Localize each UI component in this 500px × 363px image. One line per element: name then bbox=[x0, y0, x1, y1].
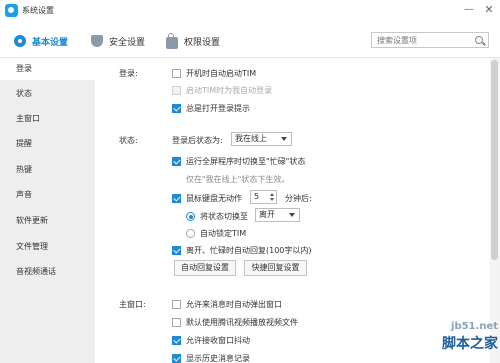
search-box[interactable] bbox=[371, 32, 489, 48]
auto-lock-radio[interactable] bbox=[186, 229, 195, 238]
tab-permission-settings[interactable]: 权限设置 bbox=[166, 33, 220, 49]
auto-reply-checkbox[interactable] bbox=[172, 246, 181, 255]
switch-status-radio[interactable] bbox=[186, 212, 195, 221]
fullscreen-busy-checkbox[interactable] bbox=[172, 157, 181, 166]
title-bar: 系统设置 — ✕ bbox=[0, 0, 500, 22]
after-login-status-select[interactable]: 我在线上 bbox=[231, 132, 292, 146]
fullscreen-busy-option[interactable]: 运行全屏程序时切换至"忙碌"状态 bbox=[172, 156, 305, 167]
always-open-prompt-label: 总是打开登录提示 bbox=[186, 104, 250, 113]
window-title: 系统设置 bbox=[22, 6, 54, 15]
sidebar: 登录 状态 主窗口 提醒 热键 声音 软件更新 文件管理 音视频通话 bbox=[0, 58, 95, 363]
show-history-label: 显示历史消息记录 bbox=[186, 354, 250, 363]
stepper-up-icon[interactable] bbox=[270, 193, 274, 196]
always-open-prompt-checkbox[interactable] bbox=[172, 104, 181, 113]
allow-shake-checkbox[interactable] bbox=[172, 336, 181, 345]
switch-status-select[interactable]: 离开 bbox=[255, 208, 300, 222]
switch-status-value: 离开 bbox=[259, 210, 275, 219]
show-history-checkbox[interactable] bbox=[172, 354, 181, 363]
watermark-brand: 脚本之家 bbox=[442, 336, 498, 352]
auto-login-option: 启动TIM时为我自动登录 bbox=[172, 85, 272, 96]
sidebar-item-status[interactable]: 状态 bbox=[0, 83, 95, 105]
idle-label: 鼠标键盘无动作 bbox=[186, 194, 242, 203]
popup-on-message-checkbox[interactable] bbox=[172, 300, 181, 309]
idle-minutes-value: 5 bbox=[254, 192, 260, 201]
tab-basic-settings[interactable]: 基本设置 bbox=[14, 33, 68, 49]
close-button[interactable]: ✕ bbox=[481, 3, 497, 18]
watermark: jb51.net 脚本之家 bbox=[418, 321, 498, 353]
sidebar-item-av-call[interactable]: 音视频通话 bbox=[0, 261, 95, 283]
always-open-prompt-option[interactable]: 总是打开登录提示 bbox=[172, 103, 250, 114]
scrollbar[interactable] bbox=[490, 58, 500, 363]
scrollbar-thumb[interactable] bbox=[491, 60, 498, 260]
minimize-button[interactable]: — bbox=[461, 3, 477, 18]
auto-start-checkbox[interactable] bbox=[172, 69, 181, 78]
login-section-label: 登录: bbox=[119, 69, 138, 78]
sidebar-item-reminder[interactable]: 提醒 bbox=[0, 133, 95, 155]
watermark-site: jb51.net bbox=[451, 321, 498, 332]
lock-icon bbox=[166, 33, 178, 49]
idle-minutes-stepper[interactable]: 5 bbox=[250, 190, 277, 204]
auto-login-label: 启动TIM时为我自动登录 bbox=[186, 86, 273, 95]
popup-on-message-option[interactable]: 允许来消息时自动弹出窗口 bbox=[172, 299, 282, 310]
switch-status-option[interactable]: 将状态切换至 bbox=[186, 211, 248, 222]
idle-checkbox[interactable] bbox=[172, 194, 181, 203]
gear-icon bbox=[14, 35, 26, 47]
show-history-option[interactable]: 显示历史消息记录 bbox=[172, 353, 250, 363]
allow-shake-option[interactable]: 允许接收窗口抖动 bbox=[172, 335, 250, 346]
sidebar-item-file-management[interactable]: 文件管理 bbox=[0, 236, 95, 258]
idle-option[interactable]: 鼠标键盘无动作 bbox=[172, 193, 242, 204]
idle-minutes-suffix: 分钟后: bbox=[285, 194, 312, 203]
search-icon[interactable] bbox=[475, 36, 483, 44]
chevron-down-icon bbox=[281, 137, 287, 141]
auto-reply-settings-button[interactable]: 自动回复设置 bbox=[174, 260, 236, 276]
tencent-video-option[interactable]: 默认使用腾讯视频播放视频文件 bbox=[172, 317, 298, 328]
app-logo-icon bbox=[5, 4, 18, 17]
tab-label: 权限设置 bbox=[184, 37, 221, 48]
chevron-down-icon bbox=[289, 213, 295, 217]
auto-start-option[interactable]: 开机时自动启动TIM bbox=[172, 68, 256, 79]
auto-reply-option[interactable]: 离开、忙碌时自动回复(100字以内) bbox=[172, 245, 312, 256]
settings-panel: 登录: 开机时自动启动TIM 启动TIM时为我自动登录 总是打开登录提示 状态:… bbox=[95, 58, 500, 363]
auto-login-checkbox bbox=[172, 86, 181, 95]
popup-on-message-label: 允许来消息时自动弹出窗口 bbox=[186, 300, 282, 309]
auto-start-label: 开机时自动启动TIM bbox=[186, 69, 257, 78]
sidebar-item-login[interactable]: 登录 bbox=[0, 58, 95, 80]
sidebar-item-hotkey[interactable]: 热键 bbox=[0, 159, 95, 181]
stepper-down-icon[interactable] bbox=[270, 198, 274, 201]
switch-status-label: 将状态切换至 bbox=[200, 212, 248, 221]
tencent-video-label: 默认使用腾讯视频播放视频文件 bbox=[186, 318, 298, 327]
sidebar-item-update[interactable]: 软件更新 bbox=[0, 210, 95, 232]
auto-lock-label: 自动锁定TIM bbox=[200, 229, 247, 238]
shield-icon bbox=[91, 35, 103, 47]
main-window-section-label: 主窗口: bbox=[119, 300, 146, 309]
allow-shake-label: 允许接收窗口抖动 bbox=[186, 336, 250, 345]
sidebar-item-sound[interactable]: 声音 bbox=[0, 184, 95, 206]
tab-label: 安全设置 bbox=[109, 37, 146, 48]
auto-lock-option[interactable]: 自动锁定TIM bbox=[186, 228, 246, 239]
tab-label: 基本设置 bbox=[32, 37, 69, 48]
sidebar-item-main-window[interactable]: 主窗口 bbox=[0, 108, 95, 130]
search-input[interactable] bbox=[372, 33, 470, 47]
tab-security-settings[interactable]: 安全设置 bbox=[91, 33, 145, 49]
tencent-video-checkbox[interactable] bbox=[172, 318, 181, 327]
status-section-label: 状态: bbox=[119, 136, 138, 145]
quick-reply-settings-button[interactable]: 快捷回复设置 bbox=[244, 260, 307, 276]
after-login-status-value: 我在线上 bbox=[235, 134, 267, 143]
after-login-status-label: 登录后状态为: bbox=[172, 136, 223, 145]
fullscreen-busy-hint: 仅在"我在线上"状态下生效。 bbox=[186, 175, 290, 184]
auto-reply-label: 离开、忙碌时自动回复(100字以内) bbox=[186, 246, 312, 255]
fullscreen-busy-label: 运行全屏程序时切换至"忙碌"状态 bbox=[186, 157, 306, 166]
